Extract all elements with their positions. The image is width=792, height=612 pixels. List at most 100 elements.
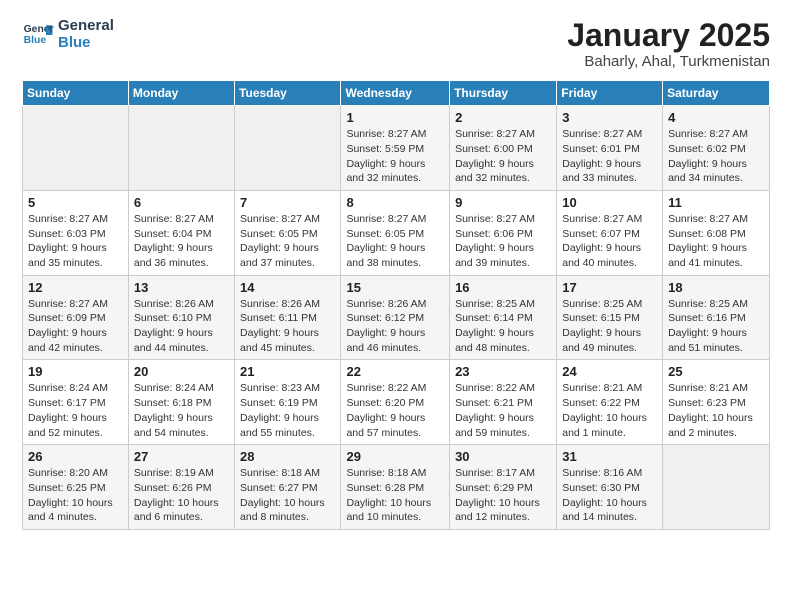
day-cell: 12 Sunrise: 8:27 AMSunset: 6:09 PMDayligh… — [23, 275, 129, 360]
calendar: SundayMondayTuesdayWednesdayThursdayFrid… — [22, 80, 770, 530]
day-info: Sunrise: 8:20 AMSunset: 6:25 PMDaylight:… — [28, 466, 123, 525]
logo: General Blue General Blue — [22, 18, 114, 51]
page: General Blue General Blue January 2025 B… — [0, 0, 792, 612]
day-number: 22 — [346, 364, 444, 379]
day-cell — [235, 106, 341, 191]
day-number: 7 — [240, 195, 335, 210]
weekday-wednesday: Wednesday — [341, 81, 450, 106]
day-info: Sunrise: 8:26 AMSunset: 6:10 PMDaylight:… — [134, 297, 229, 356]
day-info: Sunrise: 8:27 AMSunset: 6:04 PMDaylight:… — [134, 212, 229, 271]
day-number: 26 — [28, 449, 123, 464]
day-info: Sunrise: 8:27 AMSunset: 6:06 PMDaylight:… — [455, 212, 551, 271]
day-cell: 5 Sunrise: 8:27 AMSunset: 6:03 PMDaylight… — [23, 190, 129, 275]
day-info: Sunrise: 8:22 AMSunset: 6:21 PMDaylight:… — [455, 381, 551, 440]
day-cell: 4 Sunrise: 8:27 AMSunset: 6:02 PMDaylight… — [663, 106, 770, 191]
day-cell: 26 Sunrise: 8:20 AMSunset: 6:25 PMDayligh… — [23, 445, 129, 530]
day-number: 4 — [668, 110, 764, 125]
day-number: 23 — [455, 364, 551, 379]
day-number: 8 — [346, 195, 444, 210]
day-cell: 13 Sunrise: 8:26 AMSunset: 6:10 PMDayligh… — [128, 275, 234, 360]
day-info: Sunrise: 8:27 AMSunset: 6:09 PMDaylight:… — [28, 297, 123, 356]
weekday-tuesday: Tuesday — [235, 81, 341, 106]
day-info: Sunrise: 8:18 AMSunset: 6:28 PMDaylight:… — [346, 466, 444, 525]
day-number: 13 — [134, 280, 229, 295]
day-info: Sunrise: 8:18 AMSunset: 6:27 PMDaylight:… — [240, 466, 335, 525]
logo-line1: General — [58, 18, 114, 35]
day-info: Sunrise: 8:21 AMSunset: 6:23 PMDaylight:… — [668, 381, 764, 440]
day-cell — [663, 445, 770, 530]
day-cell: 15 Sunrise: 8:26 AMSunset: 6:12 PMDayligh… — [341, 275, 450, 360]
weekday-header-row: SundayMondayTuesdayWednesdayThursdayFrid… — [23, 81, 770, 106]
day-info: Sunrise: 8:16 AMSunset: 6:30 PMDaylight:… — [562, 466, 657, 525]
day-cell: 16Sunrise: 8:25 AMSunset: 6:14 PMDayligh… — [450, 275, 557, 360]
day-cell: 30Sunrise: 8:17 AMSunset: 6:29 PMDayligh… — [450, 445, 557, 530]
day-number: 24 — [562, 364, 657, 379]
day-cell: 3Sunrise: 8:27 AMSunset: 6:01 PMDaylight… — [557, 106, 663, 191]
day-number: 21 — [240, 364, 335, 379]
day-cell: 29Sunrise: 8:18 AMSunset: 6:28 PMDayligh… — [341, 445, 450, 530]
weekday-saturday: Saturday — [663, 81, 770, 106]
month-title: January 2025 — [567, 18, 770, 53]
day-cell: 20Sunrise: 8:24 AMSunset: 6:18 PMDayligh… — [128, 360, 234, 445]
logo-icon: General Blue — [22, 19, 54, 51]
day-cell: 2 Sunrise: 8:27 AMSunset: 6:00 PMDaylight… — [450, 106, 557, 191]
day-number: 11 — [668, 195, 764, 210]
day-info: Sunrise: 8:26 AMSunset: 6:11 PMDaylight:… — [240, 297, 335, 356]
day-cell — [23, 106, 129, 191]
day-number: 15 — [346, 280, 444, 295]
day-number: 17 — [562, 280, 657, 295]
day-cell: 11 Sunrise: 8:27 AMSunset: 6:08 PMDayligh… — [663, 190, 770, 275]
week-row-3: 12 Sunrise: 8:27 AMSunset: 6:09 PMDayligh… — [23, 275, 770, 360]
day-cell: 21 Sunrise: 8:23 AMSunset: 6:19 PMDayligh… — [235, 360, 341, 445]
day-cell: 17 Sunrise: 8:25 AMSunset: 6:15 PMDayligh… — [557, 275, 663, 360]
day-cell: 7Sunrise: 8:27 AMSunset: 6:05 PMDaylight… — [235, 190, 341, 275]
day-cell: 9 Sunrise: 8:27 AMSunset: 6:06 PMDaylight… — [450, 190, 557, 275]
day-number: 31 — [562, 449, 657, 464]
day-number: 14 — [240, 280, 335, 295]
header: General Blue General Blue January 2025 B… — [22, 18, 770, 70]
day-info: Sunrise: 8:21 AMSunset: 6:22 PMDaylight:… — [562, 381, 657, 440]
day-info: Sunrise: 8:27 AMSunset: 6:08 PMDaylight:… — [668, 212, 764, 271]
day-number: 1 — [346, 110, 444, 125]
day-cell: 31 Sunrise: 8:16 AMSunset: 6:30 PMDayligh… — [557, 445, 663, 530]
day-info: Sunrise: 8:27 AMSunset: 6:02 PMDaylight:… — [668, 127, 764, 186]
day-number: 12 — [28, 280, 123, 295]
day-number: 9 — [455, 195, 551, 210]
day-info: Sunrise: 8:25 AMSunset: 6:15 PMDaylight:… — [562, 297, 657, 356]
title-block: January 2025 Baharly, Ahal, Turkmenistan — [567, 18, 770, 70]
day-info: Sunrise: 8:26 AMSunset: 6:12 PMDaylight:… — [346, 297, 444, 356]
day-info: Sunrise: 8:27 AMSunset: 6:00 PMDaylight:… — [455, 127, 551, 186]
day-info: Sunrise: 8:22 AMSunset: 6:20 PMDaylight:… — [346, 381, 444, 440]
weekday-monday: Monday — [128, 81, 234, 106]
day-cell: 8Sunrise: 8:27 AMSunset: 6:05 PMDaylight… — [341, 190, 450, 275]
day-info: Sunrise: 8:27 AMSunset: 6:03 PMDaylight:… — [28, 212, 123, 271]
day-info: Sunrise: 8:27 AMSunset: 6:07 PMDaylight:… — [562, 212, 657, 271]
day-info: Sunrise: 8:27 AMSunset: 6:01 PMDaylight:… — [562, 127, 657, 186]
day-info: Sunrise: 8:23 AMSunset: 6:19 PMDaylight:… — [240, 381, 335, 440]
svg-text:Blue: Blue — [24, 35, 47, 46]
week-row-1: 1 Sunrise: 8:27 AMSunset: 5:59 PMDaylight… — [23, 106, 770, 191]
weekday-friday: Friday — [557, 81, 663, 106]
day-cell: 27Sunrise: 8:19 AMSunset: 6:26 PMDayligh… — [128, 445, 234, 530]
day-number: 25 — [668, 364, 764, 379]
day-number: 5 — [28, 195, 123, 210]
day-cell: 6Sunrise: 8:27 AMSunset: 6:04 PMDaylight… — [128, 190, 234, 275]
day-number: 2 — [455, 110, 551, 125]
day-cell: 14 Sunrise: 8:26 AMSunset: 6:11 PMDayligh… — [235, 275, 341, 360]
day-info: Sunrise: 8:27 AMSunset: 5:59 PMDaylight:… — [346, 127, 444, 186]
day-cell: 1 Sunrise: 8:27 AMSunset: 5:59 PMDaylight… — [341, 106, 450, 191]
day-cell — [128, 106, 234, 191]
day-info: Sunrise: 8:24 AMSunset: 6:18 PMDaylight:… — [134, 381, 229, 440]
day-number: 28 — [240, 449, 335, 464]
day-number: 19 — [28, 364, 123, 379]
day-cell: 28 Sunrise: 8:18 AMSunset: 6:27 PMDayligh… — [235, 445, 341, 530]
day-cell: 25 Sunrise: 8:21 AMSunset: 6:23 PMDayligh… — [663, 360, 770, 445]
week-row-5: 26 Sunrise: 8:20 AMSunset: 6:25 PMDayligh… — [23, 445, 770, 530]
weekday-sunday: Sunday — [23, 81, 129, 106]
week-row-4: 19Sunrise: 8:24 AMSunset: 6:17 PMDayligh… — [23, 360, 770, 445]
day-number: 10 — [562, 195, 657, 210]
day-cell: 23 Sunrise: 8:22 AMSunset: 6:21 PMDayligh… — [450, 360, 557, 445]
day-info: Sunrise: 8:25 AMSunset: 6:14 PMDaylight:… — [455, 297, 551, 356]
day-cell: 22 Sunrise: 8:22 AMSunset: 6:20 PMDayligh… — [341, 360, 450, 445]
day-cell: 10 Sunrise: 8:27 AMSunset: 6:07 PMDayligh… — [557, 190, 663, 275]
